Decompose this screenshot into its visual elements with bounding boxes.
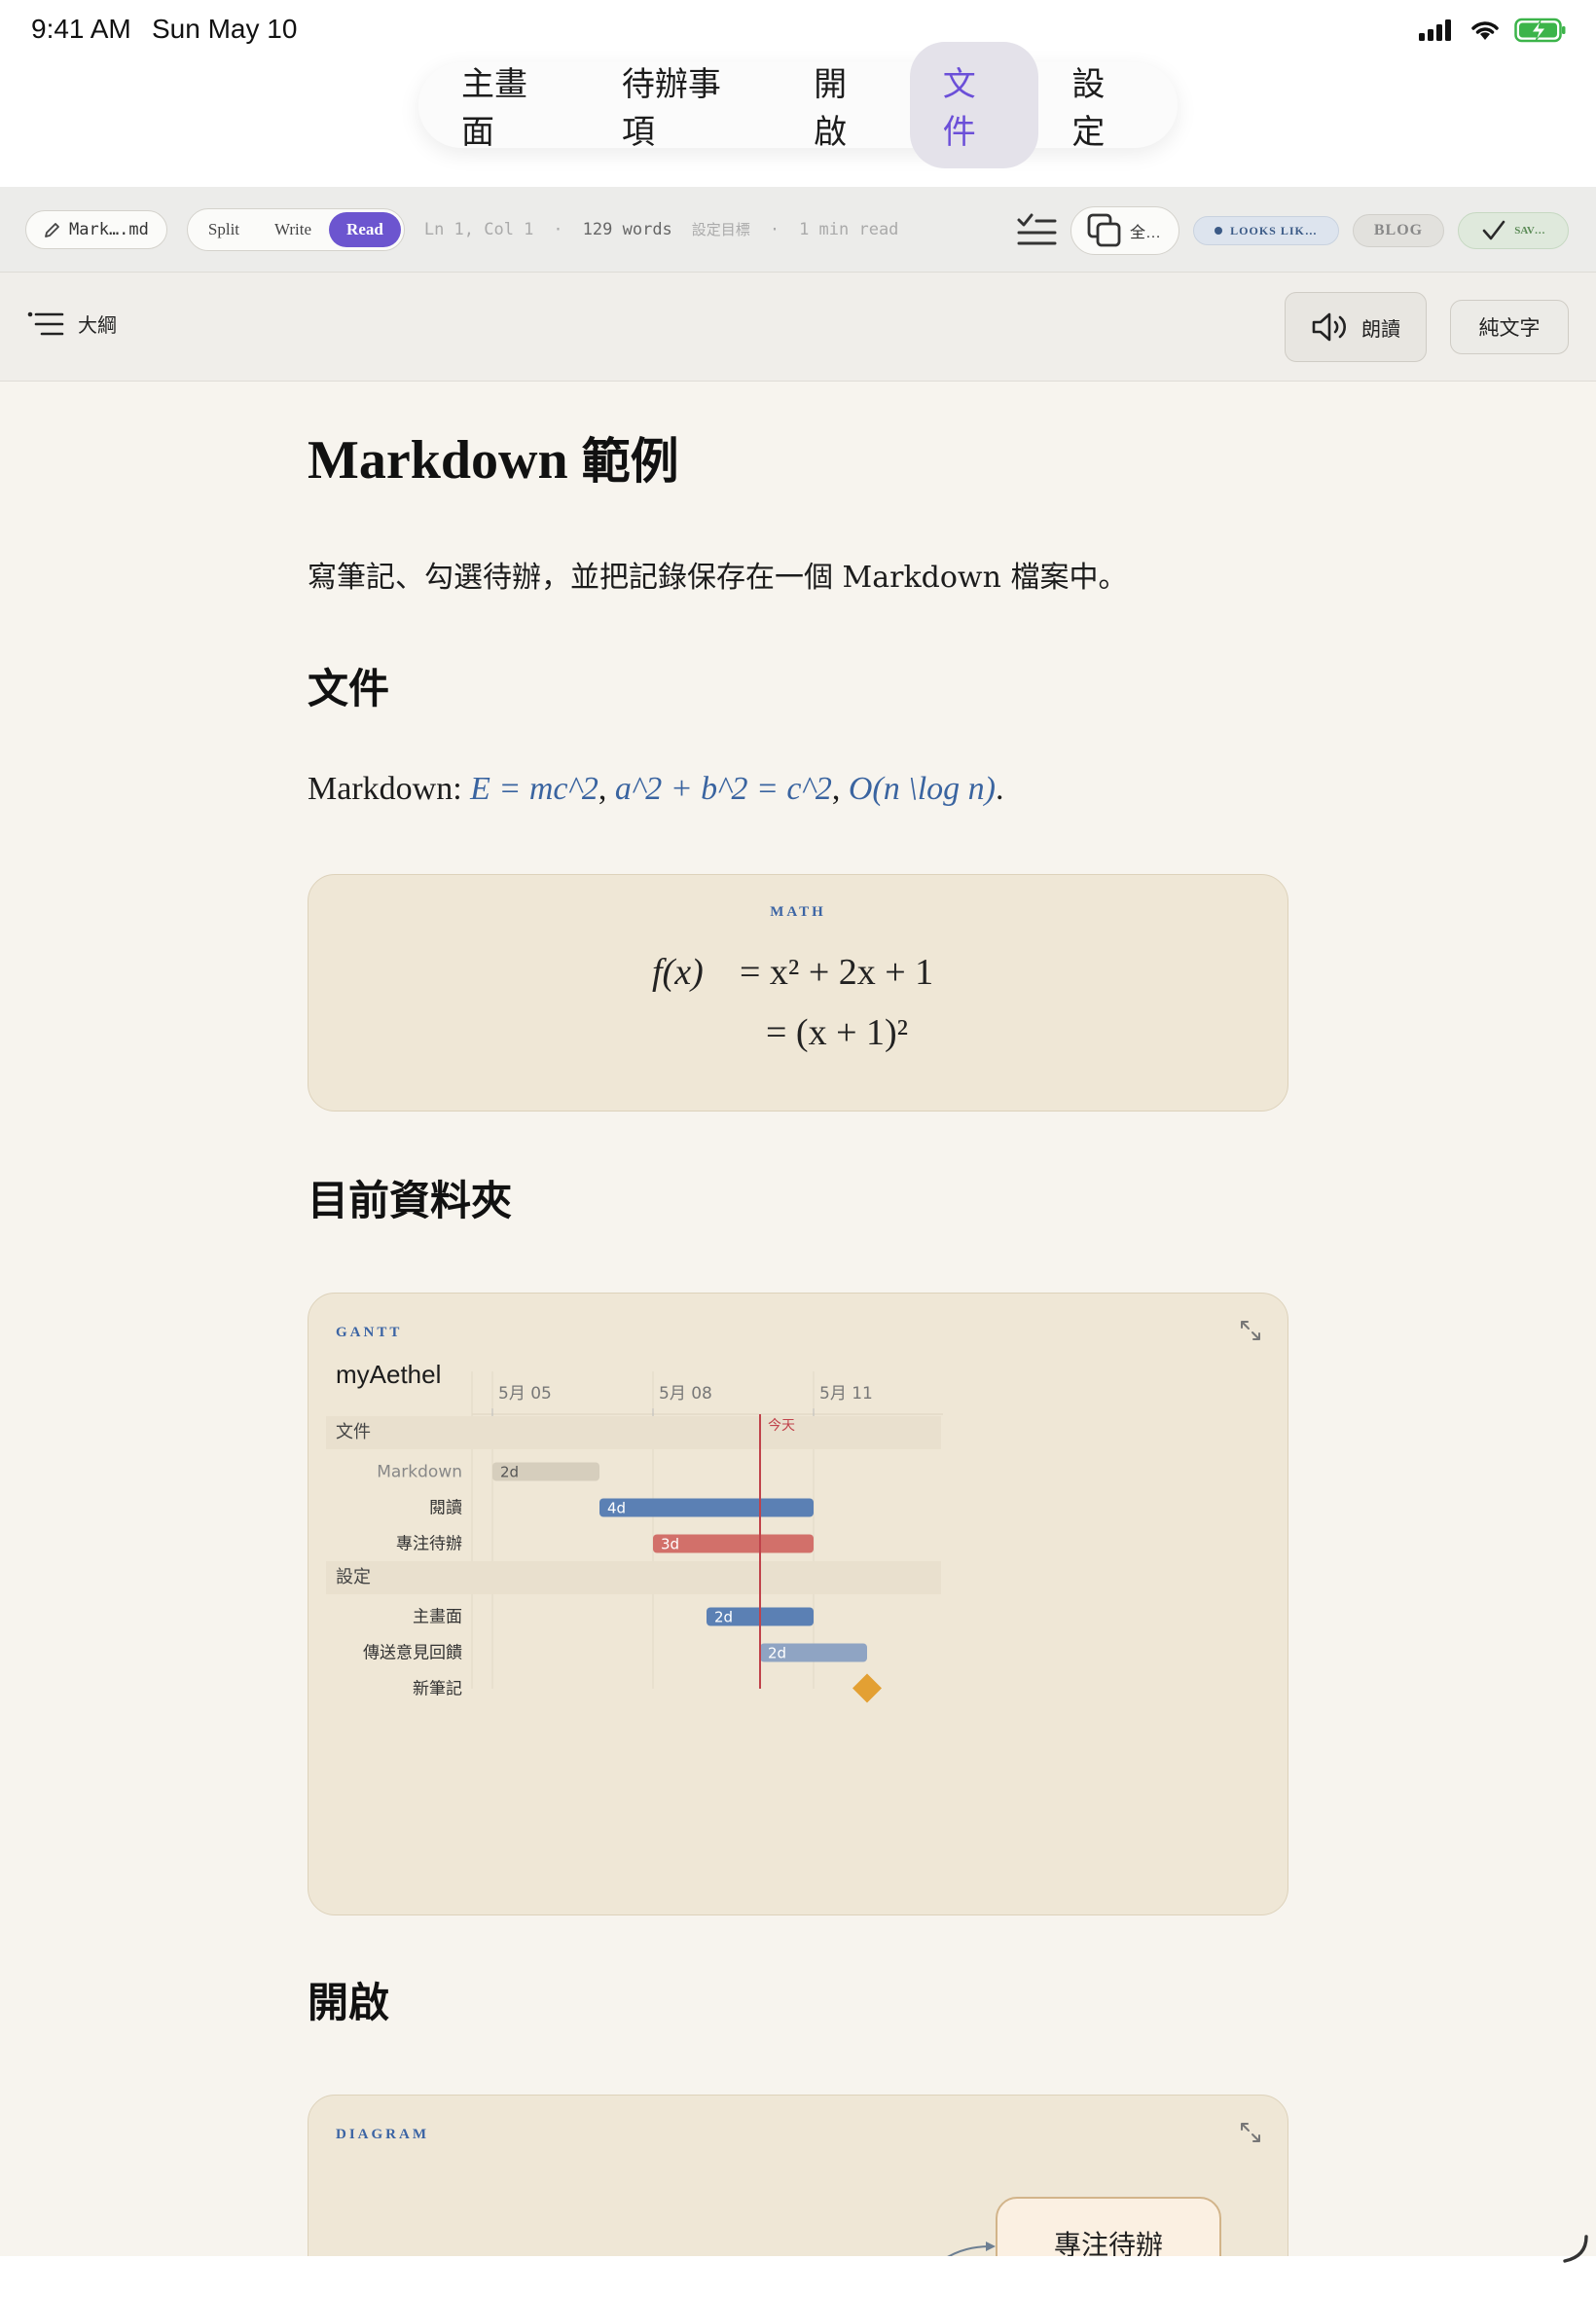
tab-document[interactable]: 文件 [909,42,1039,168]
gantt-task-label: Markdown [377,1463,462,1482]
intro-paragraph: 寫筆記、勾選待辦，並把記錄保存在一個 Markdown 檔案中。 [308,561,1128,595]
comma-2: , [831,771,849,807]
math-block: MATH f(x) = x² + 2x + 1 = (x + 1)² [308,874,1288,1112]
gantt-section-band [326,1561,941,1594]
cellular-signal-icon [1419,19,1451,41]
status-dot-icon [1215,227,1223,235]
gantt-block-label: GANTT [336,1325,403,1340]
copy-all-label: 全… [1130,225,1162,241]
status-time: 9:41 AM [31,14,131,44]
checkmark-icon [1482,220,1505,240]
gantt-task-duration: 3d [661,1536,679,1553]
copy-all-button[interactable]: 全… [1070,206,1179,255]
word-count: 129 words [582,219,672,239]
gantt-task-duration: 2d [500,1464,519,1481]
speaker-icon [1312,312,1346,342]
copy-icon [1087,213,1121,247]
heading-current-folder: 目前資料夾 [308,1177,513,1224]
gantt-date-label: 5月 11 [819,1384,873,1404]
blog-label: BLOG [1373,222,1424,238]
read-aloud-button[interactable]: 朗讀 [1285,292,1427,362]
blog-button[interactable]: BLOG [1353,214,1444,247]
gantt-task-label: 閱讀 [429,1499,462,1518]
battery-charging-icon [1514,18,1566,43]
tab-settings[interactable]: 設定 [1038,42,1168,168]
math-block-label: MATH [770,904,826,920]
plain-text-button[interactable]: 純文字 [1450,300,1569,354]
outline-button[interactable]: 大綱 [27,310,117,338]
split-mode-button[interactable]: Split [191,212,257,247]
gantt-section-band [326,1416,941,1449]
save-label: SAV… [1514,225,1545,237]
inline-math-paragraph: Markdown: E = mc^2, a^2 + b^2 = c^2, O(n… [308,771,1003,808]
gantt-task-duration: 2d [714,1609,733,1626]
gantt-section-label: 設定 [336,1567,371,1587]
file-name: Mark….md [69,219,149,239]
gantt-task-bar [599,1498,814,1517]
read-aloud-label: 朗讀 [1361,316,1400,341]
equation-lhs: f(x) [652,952,704,993]
editor-toolbar: Mark….md Split Write Read Ln 1, Col 1 · … [0,187,1596,273]
gantt-task-label: 新筆記 [413,1680,462,1699]
wifi-icon [1471,21,1499,40]
save-status-chip[interactable]: SAV… [1458,212,1569,249]
gantt-task-label: 傳送意見回饋 [363,1644,462,1663]
tab-open[interactable]: 開啟 [780,42,910,168]
cursor-position: Ln 1, Col 1 [423,219,534,239]
outline-label: 大綱 [78,313,117,337]
inline-math-2: a^2 + b^2 = c^2 [614,771,832,807]
gantt-task-label: 專注待辦 [396,1535,462,1554]
document-title: Markdown 範例 [308,422,679,492]
read-time: 1 min read [799,219,899,239]
gantt-today-label: 今天 [768,1418,795,1434]
file-name-chip[interactable]: Mark….md [25,209,167,249]
expand-icon[interactable] [1239,1319,1262,1342]
looks-like-label: LOOKS LIK… [1230,223,1318,237]
toolbar-right-actions: 全… LOOKS LIK… BLOG SAV… [1016,206,1569,255]
meta-separator: · [769,219,780,239]
bottom-safe-area [0,2235,1596,2297]
period: . [995,771,1004,807]
gantt-chart: 5月 05 5月 08 5月 11 文件 Markdown 2d 閱讀 4d 專注待辦 3d 設定主… [326,1371,943,1703]
checklist-icon[interactable] [1016,212,1057,249]
status-date: Sun May 10 [152,14,298,44]
math-prefix: Markdown: [308,771,471,807]
gantt-date-label: 5月 08 [659,1384,712,1404]
read-mode-button[interactable]: Read [329,211,401,247]
heading-open: 開啟 [308,1979,390,2026]
top-navigation-area: 主畫面 待辦事項 開啟 文件 設定 [0,42,1596,187]
inline-math-3: O(n \log n) [848,771,996,807]
comma-1: , [598,771,615,807]
gantt-title: myAethel [336,1360,442,1389]
title-cjk: 範例 [581,433,679,490]
outline-list-icon [27,311,64,335]
inline-math-1: E = mc^2 [470,771,598,807]
title-latin: Markdown [308,430,582,491]
gantt-date-label: 5月 05 [498,1384,552,1404]
gantt-task-duration: 4d [607,1500,626,1517]
looks-like-theme-chip[interactable]: LOOKS LIK… [1193,216,1339,245]
document-actions-bar: 大綱 朗讀 純文字 [0,273,1596,382]
status-icons [1419,18,1567,43]
pencil-icon [45,222,59,237]
gantt-task-label: 主畫面 [413,1608,462,1627]
expand-icon[interactable] [1239,2121,1262,2144]
gantt-section-label: 文件 [336,1422,371,1442]
tab-todos[interactable]: 待辦事項 [589,42,780,168]
gantt-milestone [852,1673,882,1703]
main-tab-bar: 主畫面 待辦事項 開啟 文件 設定 [418,42,1178,168]
tab-home[interactable]: 主畫面 [428,42,589,168]
diagram-block-label: DIAGRAM [336,2127,429,2142]
resize-corner-icon[interactable] [1561,2235,1590,2264]
heading-file: 文件 [308,665,390,712]
view-mode-switcher: Split Write Read [186,207,405,251]
equation-line-1: = x² + 2x + 1 [740,952,934,993]
meta-separator: · [553,219,563,239]
gantt-task-duration: 2d [768,1645,786,1662]
write-mode-button[interactable]: Write [257,212,329,247]
gantt-block: 5月 05 5月 08 5月 11 文件 Markdown 2d 閱讀 4d 專注待辦 3d 設定主… [308,1293,1288,1915]
equation-line-2: = (x + 1)² [766,1012,909,1053]
set-goal-link[interactable]: 設定目標 [692,219,750,239]
plain-text-label: 純文字 [1478,316,1541,340]
